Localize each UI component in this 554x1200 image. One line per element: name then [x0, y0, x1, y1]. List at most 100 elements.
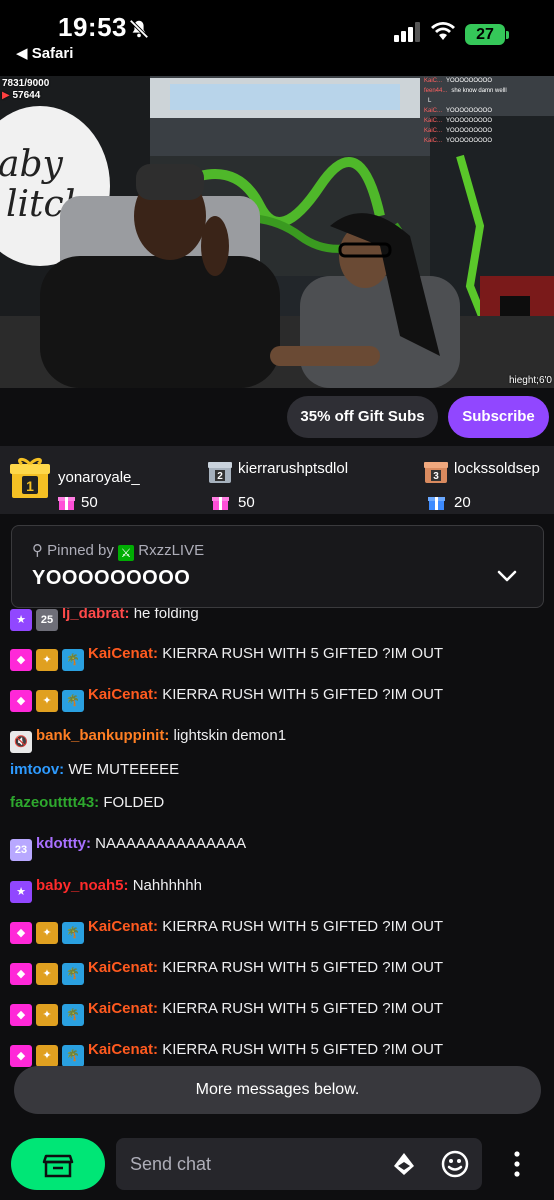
- gifter-name: lockssoldsep: [454, 460, 540, 477]
- palm-badge-icon[interactable]: 🌴: [62, 690, 84, 712]
- stream-chat-text: YOOOOOOOOO: [446, 138, 493, 144]
- chat-username[interactable]: imtoov: [10, 761, 59, 778]
- stream-chat-text: YOOOOOOOOO: [446, 118, 493, 124]
- chat-colon: :: [164, 727, 174, 744]
- chat-message[interactable]: ◆ ✦ 🌴 KaiCenat: KIERRA RUSH WITH 5 GIFTED ?…: [10, 999, 443, 1026]
- send-chat-input[interactable]: [130, 1150, 380, 1178]
- chat-colon: :: [153, 959, 163, 976]
- gift-count: 50: [81, 494, 98, 511]
- chat-input-container: [116, 1138, 482, 1190]
- leaderboard-entry[interactable]: 3 lockssoldsep 20: [424, 456, 554, 511]
- chat-username[interactable]: fazeoutttt43: [10, 794, 94, 811]
- back-to-safari-link[interactable]: ◀ Safari: [16, 44, 73, 62]
- stream-chat-line: KaiC... YOOOOOOOOO: [424, 116, 554, 126]
- chat-message-text: Nahhhhhh: [132, 877, 202, 894]
- chat-message[interactable]: 🔇 bank_bankuppinit: lightskin demon1: [10, 726, 286, 753]
- gifter-name: kierrarushptsdlol: [238, 460, 349, 477]
- chat-message-text: lightskin demon1: [173, 727, 287, 744]
- chat-message[interactable]: fazeoutttt43: FOLDED: [10, 793, 164, 813]
- chat-message-text: FOLDED: [103, 794, 165, 811]
- chat-colon: :: [94, 794, 104, 811]
- chat-message[interactable]: ◆ ✦ 🌴 KaiCenat: KIERRA RUSH WITH 5 GIFTED ?…: [10, 685, 443, 712]
- pinned-label-row: ⚲ Pinned by ⚔ RxzzLIVE: [32, 541, 204, 561]
- store-button[interactable]: [11, 1138, 105, 1190]
- chat-username[interactable]: KaiCenat: [88, 1041, 153, 1058]
- stream-chat-user: KaiC...: [424, 138, 443, 144]
- diamond-badge-icon[interactable]: ◆: [10, 963, 32, 985]
- diamond-badge-icon[interactable]: ◆: [10, 690, 32, 712]
- sub-star-badge-icon[interactable]: ★: [10, 881, 32, 903]
- stream-chat-user: KaiC...: [424, 108, 443, 114]
- subscribe-button[interactable]: Subscribe: [448, 396, 549, 438]
- chat-colon: :: [153, 1041, 163, 1058]
- more-options-icon[interactable]: [509, 1150, 525, 1178]
- gold-badge-icon[interactable]: ✦: [36, 922, 58, 944]
- chat-username[interactable]: kdottty: [36, 835, 86, 852]
- leaderboard-entry[interactable]: 2 kierrarushptsdlol 50: [208, 456, 408, 511]
- pinned-message-text: YOOOOOOOOO: [32, 567, 191, 589]
- chat-message-text: KIERRA RUSH WITH 5 GIFTED ?IM OUT: [162, 918, 444, 935]
- chat-message[interactable]: ◆ ✦ 🌴 KaiCenat: KIERRA RUSH WITH 5 GIFTED ?…: [10, 1040, 443, 1067]
- palm-badge-icon[interactable]: 🌴: [62, 649, 84, 671]
- pinned-message[interactable]: ⚲ Pinned by ⚔ RxzzLIVE YOOOOOOOOO: [11, 525, 544, 608]
- stream-action-row: 35% off Gift Subs Subscribe: [0, 388, 554, 446]
- cellular-signal-icon: [394, 22, 420, 42]
- chat-username[interactable]: KaiCenat: [88, 1000, 153, 1017]
- chat-message[interactable]: 23 kdottty: NAAAAAAAAAAAAAA: [10, 834, 246, 861]
- sub-star-badge-icon[interactable]: ★: [10, 609, 32, 631]
- chat-username[interactable]: KaiCenat: [88, 918, 153, 935]
- diamond-badge-icon[interactable]: ◆: [10, 649, 32, 671]
- chat-message-text: KIERRA RUSH WITH 5 GIFTED ?IM OUT: [162, 1041, 444, 1058]
- stream-chat-overlay: KaiC... YOOOOOOOOO feen44... she know damn …: [424, 76, 554, 146]
- gift-icon: [212, 497, 229, 510]
- store-icon: [42, 1154, 74, 1178]
- gift-icon: [428, 497, 445, 510]
- stream-chat-user: KaiC...: [424, 78, 443, 84]
- palm-badge-icon[interactable]: 🌴: [62, 1045, 84, 1067]
- gift-subs-button[interactable]: 35% off Gift Subs: [287, 396, 438, 438]
- more-messages-below-button[interactable]: More messages below.: [14, 1066, 541, 1114]
- mute-badge-icon[interactable]: 🔇: [10, 731, 32, 753]
- chat-username[interactable]: bank_bankuppinit: [36, 727, 164, 744]
- chat-colon: :: [153, 686, 163, 703]
- gold-badge-icon[interactable]: ✦: [36, 649, 58, 671]
- chat-colon: :: [153, 918, 163, 935]
- emote-picker-icon[interactable]: [441, 1150, 469, 1178]
- moderator-sword-icon: ⚔: [118, 545, 135, 561]
- palm-badge-icon[interactable]: 🌴: [62, 922, 84, 944]
- stream-chat-text: YOOOOOOOOO: [446, 108, 493, 114]
- chat-message[interactable]: ◆ ✦ 🌴 KaiCenat: KIERRA RUSH WITH 5 GIFTED ?…: [10, 644, 443, 671]
- bronze-gift-badge-icon: 3: [424, 462, 448, 483]
- palm-badge-icon[interactable]: 🌴: [62, 1004, 84, 1026]
- chevron-down-icon[interactable]: [497, 566, 517, 586]
- chat-message[interactable]: ◆ ✦ 🌴 KaiCenat: KIERRA RUSH WITH 5 GIFTED ?…: [10, 958, 443, 985]
- chat-message[interactable]: ★ baby_noah5: Nahhhhhh: [10, 876, 202, 903]
- chat-message[interactable]: imtoov: WE MUTEEEEE: [10, 760, 179, 780]
- diamond-badge-icon[interactable]: ◆: [10, 922, 32, 944]
- chat-username[interactable]: KaiCenat: [88, 959, 153, 976]
- chat-message-text: NAAAAAAAAAAAAAA: [95, 835, 247, 852]
- stream-chat-user: feen44...: [424, 88, 448, 94]
- chat-message[interactable]: ★ 25 lj_dabrat: he folding: [10, 604, 199, 631]
- youtube-viewer-count: 57644: [12, 90, 41, 101]
- 2023-badge-icon[interactable]: 23: [10, 839, 32, 861]
- leaderboard-entry[interactable]: 1 yonaroyale_ 50: [10, 456, 200, 511]
- stream-video-player[interactable]: aby litch 7831/9000 ▶ 57644 KaiC... YOOOO…: [0, 76, 554, 388]
- stream-chat-text: YOOOOOOOOO: [446, 78, 493, 84]
- svg-text:aby: aby: [0, 144, 64, 185]
- chat-username[interactable]: baby_noah5: [36, 877, 124, 894]
- 25-badge-icon[interactable]: 25: [36, 609, 58, 631]
- chat-message[interactable]: ◆ ✦ 🌴 KaiCenat: KIERRA RUSH WITH 5 GIFTED ?…: [10, 917, 443, 944]
- bits-icon[interactable]: [392, 1152, 416, 1176]
- chat-username[interactable]: KaiCenat: [88, 686, 153, 703]
- gold-badge-icon[interactable]: ✦: [36, 1045, 58, 1067]
- gold-badge-icon[interactable]: ✦: [36, 1004, 58, 1026]
- chat-username[interactable]: KaiCenat: [88, 645, 153, 662]
- height-tag: hieght;6'0: [508, 375, 552, 386]
- diamond-badge-icon[interactable]: ◆: [10, 1004, 32, 1026]
- palm-badge-icon[interactable]: 🌴: [62, 963, 84, 985]
- diamond-badge-icon[interactable]: ◆: [10, 1045, 32, 1067]
- stream-chat-user: KaiC...: [424, 128, 443, 134]
- gold-badge-icon[interactable]: ✦: [36, 690, 58, 712]
- gold-badge-icon[interactable]: ✦: [36, 963, 58, 985]
